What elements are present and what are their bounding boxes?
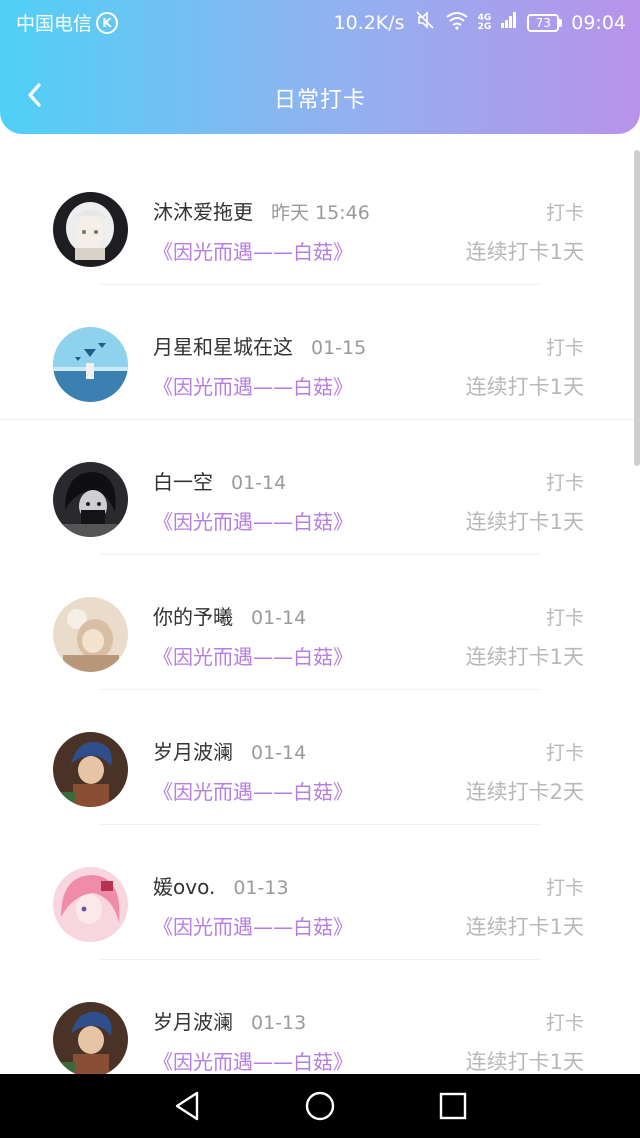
streak-text: 连续打卡2天 [465, 780, 584, 804]
name-row: 你的予曦 01-14 [153, 601, 306, 630]
system-home-button[interactable] [300, 1086, 340, 1126]
checkin-time: 01-13 [233, 877, 289, 899]
system-back-button[interactable] [167, 1086, 207, 1126]
scrollbar[interactable] [634, 150, 640, 466]
network-speed: 10.2K/s [333, 11, 405, 34]
streak-text: 连续打卡1天 [465, 1050, 584, 1074]
name-row: 媛ovo. 01-13 [153, 871, 289, 900]
checkin-button[interactable]: 打卡 [546, 738, 584, 765]
streak-text: 连续打卡1天 [465, 510, 584, 534]
book-title[interactable]: 《因光而遇——白菇》 [153, 506, 353, 535]
circle-home-icon [305, 1091, 335, 1121]
battery-icon: 73 [527, 13, 563, 32]
checkin-time: 01-15 [311, 337, 367, 359]
avatar[interactable] [53, 462, 128, 537]
square-recents-icon [440, 1092, 467, 1120]
user-name[interactable]: 白一空 [153, 466, 213, 495]
user-name[interactable]: 岁月波澜 [153, 1006, 233, 1035]
system-recents-button[interactable] [433, 1086, 473, 1126]
avatar[interactable] [53, 1002, 128, 1074]
battery-level: 73 [527, 13, 560, 32]
book-title[interactable]: 《因光而遇——白菇》 [153, 776, 353, 805]
book-title[interactable]: 《因光而遇——白菇》 [153, 641, 353, 670]
streak-text: 连续打卡1天 [465, 240, 584, 264]
header: 中国电信 K 10.2K/s 4G 2G 73 09:04 日常打卡 [0, 0, 640, 134]
signal-icon [500, 11, 518, 34]
checkin-button[interactable]: 打卡 [546, 603, 584, 630]
status-right: 10.2K/s 4G 2G 73 09:04 [333, 9, 626, 36]
book-title[interactable]: 《因光而遇——白菇》 [153, 371, 353, 400]
checkin-time: 01-14 [251, 742, 307, 764]
network-type: 4G 2G [477, 13, 492, 32]
triangle-back-icon [175, 1091, 198, 1121]
book-title[interactable]: 《因光而遇——白菇》 [153, 911, 353, 940]
streak-text: 连续打卡1天 [465, 375, 584, 399]
list-item[interactable]: 媛ovo. 01-13 《因光而遇——白菇》 打卡 连续打卡1天 [0, 825, 640, 960]
streak-text: 连续打卡1天 [465, 915, 584, 939]
checkin-button[interactable]: 打卡 [546, 873, 584, 900]
wifi-icon [445, 10, 469, 35]
status-bar: 中国电信 K 10.2K/s 4G 2G 73 09:04 [0, 0, 640, 44]
checkin-list[interactable]: 沐沐爱拖更 昨天 15:46 《因光而遇——白菇》 打卡 连续打卡1天 月星和星… [0, 150, 640, 1074]
checkin-button[interactable]: 打卡 [546, 333, 584, 360]
name-row: 月星和星城在这 01-15 [153, 331, 366, 360]
user-name[interactable]: 沐沐爱拖更 [153, 196, 253, 225]
name-row: 白一空 01-14 [153, 466, 286, 495]
checkin-button[interactable]: 打卡 [546, 468, 584, 495]
name-row: 沐沐爱拖更 昨天 15:46 [153, 196, 370, 225]
checkin-button[interactable]: 打卡 [546, 198, 584, 225]
list-item[interactable]: 岁月波澜 01-14 《因光而遇——白菇》 打卡 连续打卡2天 [0, 690, 640, 825]
name-row: 岁月波澜 01-14 [153, 736, 306, 765]
list-item[interactable]: 月星和星城在这 01-15 《因光而遇——白菇》 打卡 连续打卡1天 [0, 285, 640, 420]
user-name[interactable]: 媛ovo. [153, 871, 215, 900]
book-title[interactable]: 《因光而遇——白菇》 [153, 236, 353, 265]
nav-bar: 日常打卡 [0, 60, 640, 132]
checkin-time: 01-14 [231, 472, 287, 494]
avatar[interactable] [53, 867, 128, 942]
system-nav-bar [0, 1074, 640, 1138]
list-item[interactable]: 白一空 01-14 《因光而遇——白菇》 打卡 连续打卡1天 [0, 420, 640, 555]
carrier-badge: K [96, 11, 119, 34]
avatar[interactable] [53, 732, 128, 807]
checkin-time: 01-14 [251, 607, 307, 629]
book-title[interactable]: 《因光而遇——白菇》 [153, 1046, 353, 1074]
list-item[interactable]: 沐沐爱拖更 昨天 15:46 《因光而遇——白菇》 打卡 连续打卡1天 [0, 150, 640, 285]
checkin-button[interactable]: 打卡 [546, 1008, 584, 1035]
streak-text: 连续打卡1天 [465, 645, 584, 669]
avatar[interactable] [53, 327, 128, 402]
name-row: 岁月波澜 01-13 [153, 1006, 306, 1035]
avatar[interactable] [53, 597, 128, 672]
checkin-time: 昨天 15:46 [271, 202, 370, 224]
network-type-bottom: 2G [477, 21, 492, 32]
list-item[interactable]: 岁月波澜 01-13 《因光而遇——白菇》 打卡 连续打卡1天 [0, 960, 640, 1074]
avatar[interactable] [53, 192, 128, 267]
carrier-name: 中国电信 [16, 13, 93, 35]
clock: 09:04 [571, 11, 626, 34]
mute-icon [414, 9, 436, 36]
list-item[interactable]: 你的予曦 01-14 《因光而遇——白菇》 打卡 连续打卡1天 [0, 555, 640, 690]
status-left: 中国电信 K [16, 9, 119, 36]
user-name[interactable]: 岁月波澜 [153, 736, 233, 765]
checkin-time: 01-13 [251, 1012, 307, 1034]
page-title: 日常打卡 [273, 88, 366, 113]
user-name[interactable]: 月星和星城在这 [153, 331, 293, 360]
user-name[interactable]: 你的予曦 [153, 601, 233, 630]
